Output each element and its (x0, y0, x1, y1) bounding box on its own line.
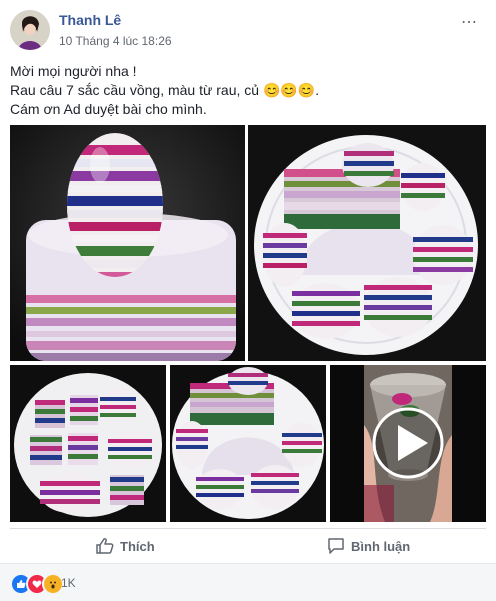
post-text: Mời mọi người nha ! Rau câu 7 sắc cầu vồ… (10, 62, 480, 119)
comment-button[interactable]: Bình luận (327, 535, 410, 557)
facebook-post: Thanh Lê 10 Tháng 4 lúc 18:26 ⋯ Mời mọi … (0, 0, 496, 601)
post-actions-bar: Thích Bình luận (10, 528, 486, 561)
post-text-line: Rau câu 7 sắc cầu vồng, màu từ rau, củ 😊… (10, 82, 320, 98)
post-text-line: Cám ơn Ad duyệt bài cho mình. (10, 101, 207, 117)
more-options-icon[interactable]: ⋯ (461, 12, 478, 32)
thumbs-up-icon (96, 538, 114, 554)
post-timestamp[interactable]: 10 Tháng 4 lúc 18:26 (59, 34, 172, 48)
author-name[interactable]: Thanh Lê (59, 12, 121, 28)
like-button[interactable]: Thích (96, 535, 155, 557)
post-text-line: Mời mọi người nha ! (10, 63, 137, 79)
comment-label: Bình luận (351, 538, 411, 554)
photo-jelly-plate[interactable] (248, 125, 486, 361)
avatar[interactable] (10, 10, 50, 50)
post-header: Thanh Lê 10 Tháng 4 lúc 18:26 ⋯ (0, 0, 496, 60)
comment-icon (328, 538, 344, 554)
photo-grid (10, 125, 486, 522)
reaction-count[interactable]: 1K (61, 576, 76, 590)
photo-egg-jelly[interactable] (10, 125, 245, 361)
video-thumbnail[interactable] (330, 365, 486, 522)
photo-jelly-cubes[interactable] (10, 365, 166, 522)
reactions-bar[interactable]: 1K (0, 563, 496, 601)
like-label: Thích (120, 538, 155, 554)
photo-jelly-plate-2[interactable] (170, 365, 326, 522)
reaction-icons (10, 573, 64, 595)
